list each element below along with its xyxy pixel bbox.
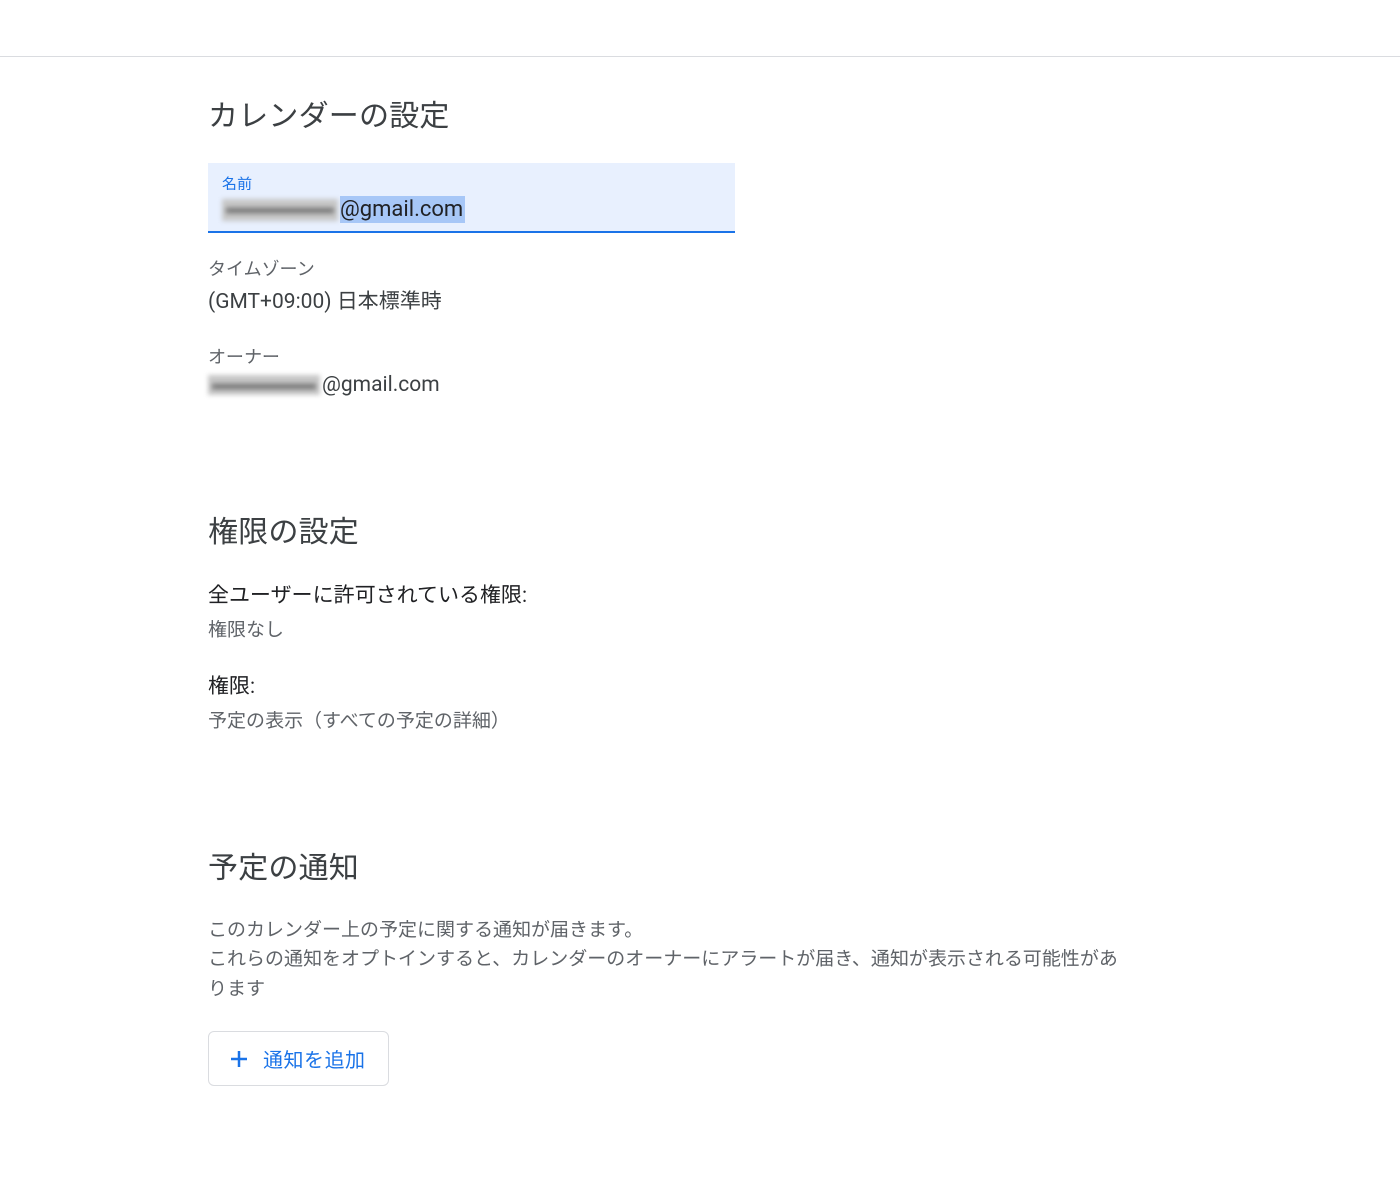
notifications-description: このカレンダー上の予定に関する通知が届きます。これらの通知をオプトインすると、カ… — [208, 915, 1128, 1003]
timezone-field: タイムゾーン (GMT+09:00) 日本標準時 — [208, 255, 1360, 315]
permission-block: 権限: 予定の表示（すべての予定の詳細） — [208, 670, 1360, 733]
all-users-permission: 全ユーザーに許可されている権限: 権限なし — [208, 579, 1360, 642]
calendar-name-suffix: @gmail.com — [340, 196, 465, 223]
section-calendar-settings: カレンダーの設定 名前 @gmail.com タイムゾーン (GMT+09:00… — [208, 91, 1360, 397]
section-permission-settings: 権限の設定 全ユーザーに許可されている権限: 権限なし 権限: 予定の表示（すべ… — [208, 507, 1360, 733]
owner-email-suffix: @gmail.com — [322, 373, 440, 397]
permission-settings-title: 権限の設定 — [208, 507, 1360, 551]
notifications-title: 予定の通知 — [208, 843, 1360, 887]
owner-label: オーナー — [208, 343, 1360, 369]
plus-icon — [227, 1047, 251, 1071]
all-users-value: 権限なし — [208, 615, 1360, 642]
timezone-label: タイムゾーン — [208, 255, 1360, 281]
timezone-value: (GMT+09:00) 日本標準時 — [208, 285, 1360, 315]
owner-field: オーナー @gmail.com — [208, 343, 1360, 397]
add-notification-label: 通知を追加 — [263, 1044, 366, 1073]
settings-content: カレンダーの設定 名前 @gmail.com タイムゾーン (GMT+09:00… — [0, 57, 1400, 1086]
permission-value: 予定の表示（すべての予定の詳細） — [208, 706, 1360, 733]
permission-label: 権限: — [208, 670, 1360, 700]
redacted-owner-prefix — [208, 375, 320, 395]
calendar-settings-title: カレンダーの設定 — [208, 91, 1360, 135]
calendar-name-input[interactable]: 名前 @gmail.com — [208, 163, 735, 233]
add-notification-button[interactable]: 通知を追加 — [208, 1031, 389, 1086]
redacted-email-prefix — [222, 199, 338, 221]
owner-value: @gmail.com — [208, 373, 1360, 397]
calendar-name-label: 名前 — [222, 173, 721, 194]
all-users-label: 全ユーザーに許可されている権限: — [208, 579, 1360, 609]
calendar-name-value: @gmail.com — [222, 196, 721, 223]
section-notifications: 予定の通知 このカレンダー上の予定に関する通知が届きます。これらの通知をオプトイ… — [208, 843, 1360, 1086]
